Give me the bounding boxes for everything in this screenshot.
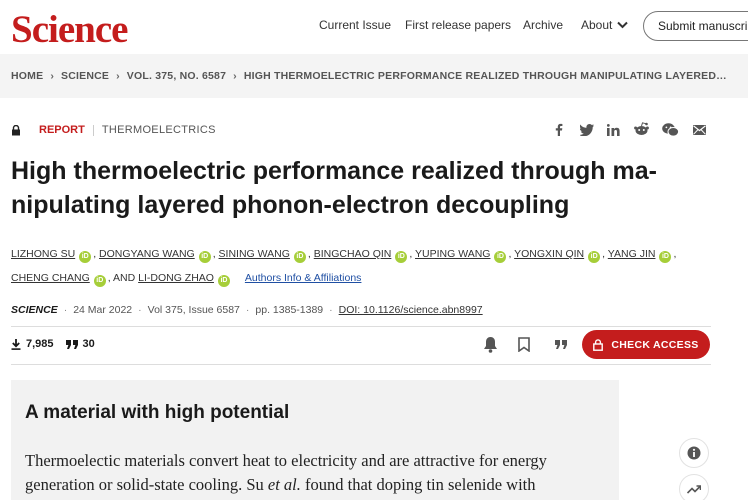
download-icon [11,338,21,350]
and-text: , AND [107,272,136,284]
linkedin-icon[interactable] [607,124,620,136]
quote-icon [65,339,78,349]
wechat-icon[interactable] [662,123,679,137]
divider [92,124,94,136]
chevron-right-icon: › [50,70,55,82]
email-icon[interactable] [693,125,706,135]
orcid-icon[interactable]: iD [217,275,230,287]
chevron-right-icon: › [116,70,120,82]
info-button[interactable] [679,438,709,468]
nav-first-release[interactable]: First release papers [405,18,511,32]
nav-about-label: About [581,18,613,32]
orcid-icon[interactable]: iD [395,251,408,263]
submit-manuscript-button[interactable]: Submit manuscript [643,11,748,41]
reddit-icon[interactable] [634,122,649,136]
info-icon [687,446,701,460]
author-list: LIZHONG SU iD, DONGYANG WANG iD, SINING WA… [11,242,711,290]
author-name[interactable]: BINGCHAO QIN [314,248,392,260]
article-subject[interactable]: THERMOELECTRICS [102,124,216,136]
volume-issue[interactable]: Vol 375, Issue 6587 [148,304,240,316]
breadcrumb-volume[interactable]: VOL. 375, NO. 6587 [127,70,226,82]
article-metrics: 7,985 30 [11,338,95,350]
author-name[interactable]: LIZHONG SU [11,248,75,260]
citations-metric[interactable]: 30 [65,338,95,350]
summary-title: A material with high potential [25,402,290,423]
publication-date: 24 Mar 2022 [73,304,133,316]
orcid-icon[interactable]: iD [293,251,306,263]
science-logo[interactable]: Science [11,7,128,52]
article-meta: REPORT THERMOELECTRICS [11,124,216,136]
lock-icon [593,338,604,351]
trending-icon [687,484,701,494]
article-type[interactable]: REPORT [39,124,85,136]
breadcrumb-bar: HOME › SCIENCE › VOL. 375, NO. 6587 › HI… [0,54,748,98]
divider [11,326,711,327]
twitter-icon[interactable] [580,124,594,136]
breadcrumb-home[interactable]: HOME [11,70,43,82]
check-access-button[interactable]: CHECK ACCESS [582,330,710,359]
bell-icon[interactable] [483,336,498,353]
author-name[interactable]: YUPING WANG [415,248,490,260]
chevron-down-icon [617,21,629,29]
bookmark-icon[interactable] [518,337,530,352]
breadcrumb: HOME › SCIENCE › VOL. 375, NO. 6587 › HI… [11,70,727,82]
author-name[interactable]: SINING WANG [219,248,290,260]
lock-icon [12,124,20,135]
orcid-icon[interactable]: iD [198,251,211,263]
orcid-icon[interactable]: iD [93,275,106,287]
facebook-icon[interactable] [555,123,563,136]
breadcrumb-science[interactable]: SCIENCE [61,70,109,82]
breadcrumb-current: HIGH THERMOELECTRIC PERFORMANCE REALIZED… [243,70,727,82]
citation-line: SCIENCE · 24 Mar 2022 · Vol 375, Issue 6587 ·… [11,304,483,316]
page-range: pp. 1385-1389 [255,304,324,316]
article-title: High thermoelectric performance realized… [11,157,657,219]
summary-text: Thermoelectic materials convert heat to … [25,451,547,494]
affiliations-link[interactable]: Authors Info & Affiliations [245,272,362,284]
check-access-label: CHECK ACCESS [611,338,699,351]
author-name[interactable]: YANG JIN [608,248,656,260]
orcid-icon[interactable]: iD [588,251,601,263]
doi-link[interactable]: DOI: 10.1126/science.abn8997 [339,304,483,316]
cite-icon[interactable] [555,340,567,349]
author-name[interactable]: YONGXIN QIN [514,248,584,260]
author-name[interactable]: CHENG CHANG [11,272,90,284]
nav-current-issue[interactable]: Current Issue [319,18,391,32]
metrics-button[interactable] [679,474,709,500]
editor-summary: A material with high potential Thermoele… [11,380,619,500]
author-name[interactable]: LI-DONG ZHAO [138,272,214,284]
journal-name[interactable]: SCIENCE [11,304,58,316]
site-header: Science Current Issue First release pape… [0,0,748,54]
author-name[interactable]: DONGYANG WANG [99,248,195,260]
nav-archive[interactable]: Archive [523,18,563,32]
downloads-count: 7,985 [26,338,54,350]
orcid-icon[interactable]: iD [659,251,672,263]
divider [11,364,711,365]
chevron-right-icon: › [233,70,237,82]
nav-about[interactable]: About [581,18,629,32]
orcid-icon[interactable]: iD [79,251,92,263]
orcid-icon[interactable]: iD [494,251,507,263]
downloads-metric[interactable]: 7,985 [11,338,54,350]
citations-count: 30 [82,338,95,350]
